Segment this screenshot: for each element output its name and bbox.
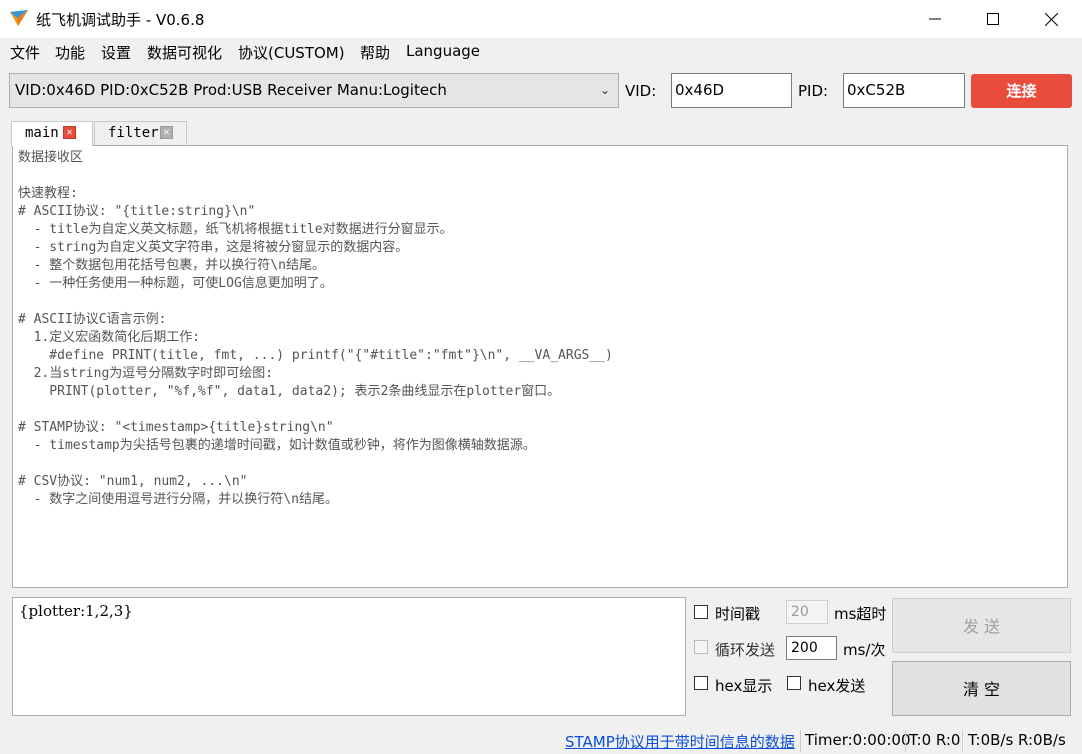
loop-send-label: 循环发送	[715, 641, 776, 659]
interval-field[interactable]: 200	[786, 636, 837, 660]
receive-area[interactable]: 数据接收区 快速教程: # ASCII协议: "{title:string}\n…	[12, 145, 1068, 588]
hex-display-checkbox[interactable]	[694, 676, 708, 690]
menu-function[interactable]: 功能	[55, 42, 85, 63]
minimize-button[interactable]	[906, 0, 964, 38]
maximize-button[interactable]	[964, 0, 1022, 38]
send-input[interactable]: {plotter:1,2,3}	[12, 597, 686, 716]
menu-language[interactable]: Language	[406, 42, 480, 60]
connect-button[interactable]: 连接	[971, 74, 1072, 108]
device-select-value: VID:0x46D PID:0xC52B Prod:USB Receiver M…	[15, 81, 447, 99]
pid-field[interactable]: 0xC52B	[843, 73, 965, 108]
vid-label: VID:	[625, 82, 657, 100]
timer-status: Timer:0:00:00	[805, 731, 911, 749]
status-divider	[800, 730, 801, 752]
maximize-icon	[987, 13, 999, 25]
menu-visualization[interactable]: 数据可视化	[147, 42, 222, 63]
count-status: T:0 R:0	[909, 731, 961, 749]
hex-send-label: hex发送	[808, 677, 866, 695]
status-divider	[962, 730, 963, 752]
hex-send-checkbox[interactable]	[787, 676, 801, 690]
close-icon[interactable]: ✕	[160, 126, 173, 139]
status-bar: STAMP协议用于带时间信息的数据 Timer:0:00:00 T:0 R:0 …	[0, 728, 1082, 754]
timeout-field[interactable]: 20	[786, 600, 828, 624]
status-divider	[905, 730, 906, 752]
minimize-icon	[929, 18, 941, 20]
menu-bar: 文件 功能 设置 数据可视化 协议(CUSTOM) 帮助 Language	[0, 38, 1082, 66]
tab-main-label: main	[25, 125, 59, 141]
window-title: 纸飞机调试助手 - V0.6.8	[36, 11, 205, 29]
device-select[interactable]: VID:0x46D PID:0xC52B Prod:USB Receiver M…	[9, 73, 619, 108]
menu-file[interactable]: 文件	[10, 42, 40, 63]
interval-unit: ms/次	[843, 641, 886, 659]
timeout-unit: ms超时	[834, 605, 887, 623]
tab-filter-label: filter	[108, 125, 159, 141]
receive-text: 数据接收区 快速教程: # ASCII协议: "{title:string}\n…	[18, 150, 613, 507]
tab-filter[interactable]: filter ✕	[94, 121, 187, 145]
vid-field[interactable]: 0x46D	[671, 73, 792, 108]
menu-help[interactable]: 帮助	[360, 42, 390, 63]
pid-label: PID:	[798, 82, 829, 100]
clear-button[interactable]: 清 空	[892, 661, 1071, 716]
rate-status: T:0B/s R:0B/s	[968, 731, 1066, 749]
menu-settings[interactable]: 设置	[101, 42, 131, 63]
close-window-button[interactable]	[1022, 0, 1080, 38]
close-icon	[1044, 12, 1058, 26]
close-icon[interactable]: ✕	[63, 126, 76, 139]
paper-plane-icon	[10, 10, 28, 30]
stamp-help-link[interactable]: STAMP协议用于带时间信息的数据	[565, 731, 795, 752]
timestamp-label: 时间戳	[715, 605, 761, 623]
send-button[interactable]: 发 送	[892, 598, 1071, 653]
menu-protocol[interactable]: 协议(CUSTOM)	[238, 42, 345, 63]
timestamp-checkbox[interactable]	[694, 605, 708, 619]
tab-main[interactable]: main ✕	[11, 121, 93, 146]
hex-display-label: hex显示	[715, 677, 773, 695]
chevron-down-icon: ⌄	[599, 83, 610, 97]
loop-send-checkbox[interactable]	[694, 640, 708, 654]
